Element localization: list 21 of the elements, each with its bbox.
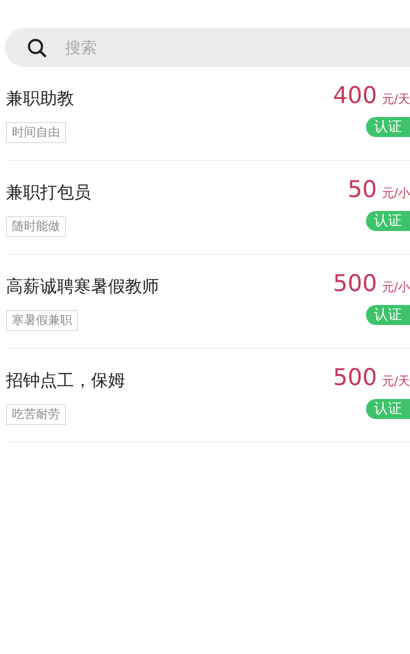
verified-badge: 认证 — [366, 211, 410, 231]
job-title[interactable]: 兼职助教 — [6, 87, 74, 110]
salary-amount: 50 — [348, 177, 377, 203]
salary-unit: 元/天 — [382, 91, 410, 108]
job-tag: 吃苦耐劳 — [6, 404, 66, 425]
verified-badge: 认证 — [366, 305, 410, 325]
salary-unit: 元/天 — [382, 373, 410, 390]
salary-amount: 400 — [333, 83, 377, 109]
salary-amount: 500 — [333, 365, 377, 391]
search-field[interactable]: 搜索 — [5, 28, 410, 67]
verified-badge: 认证 — [366, 399, 410, 419]
salary-unit: 元/小 — [382, 279, 410, 296]
job-tag: 随时能做 — [6, 216, 66, 237]
verified-badge: 认证 — [366, 117, 410, 137]
salary-unit: 元/小 — [382, 185, 410, 202]
job-title[interactable]: 高薪诚聘寒暑假教师 — [6, 275, 159, 298]
job-title[interactable]: 兼职打包员 — [6, 181, 91, 204]
job-tag: 时间自由 — [6, 122, 66, 143]
job-tag: 寒暑假兼职 — [6, 310, 78, 331]
job-title[interactable]: 招钟点工，保姆 — [6, 369, 125, 392]
salary-amount: 500 — [333, 271, 377, 297]
